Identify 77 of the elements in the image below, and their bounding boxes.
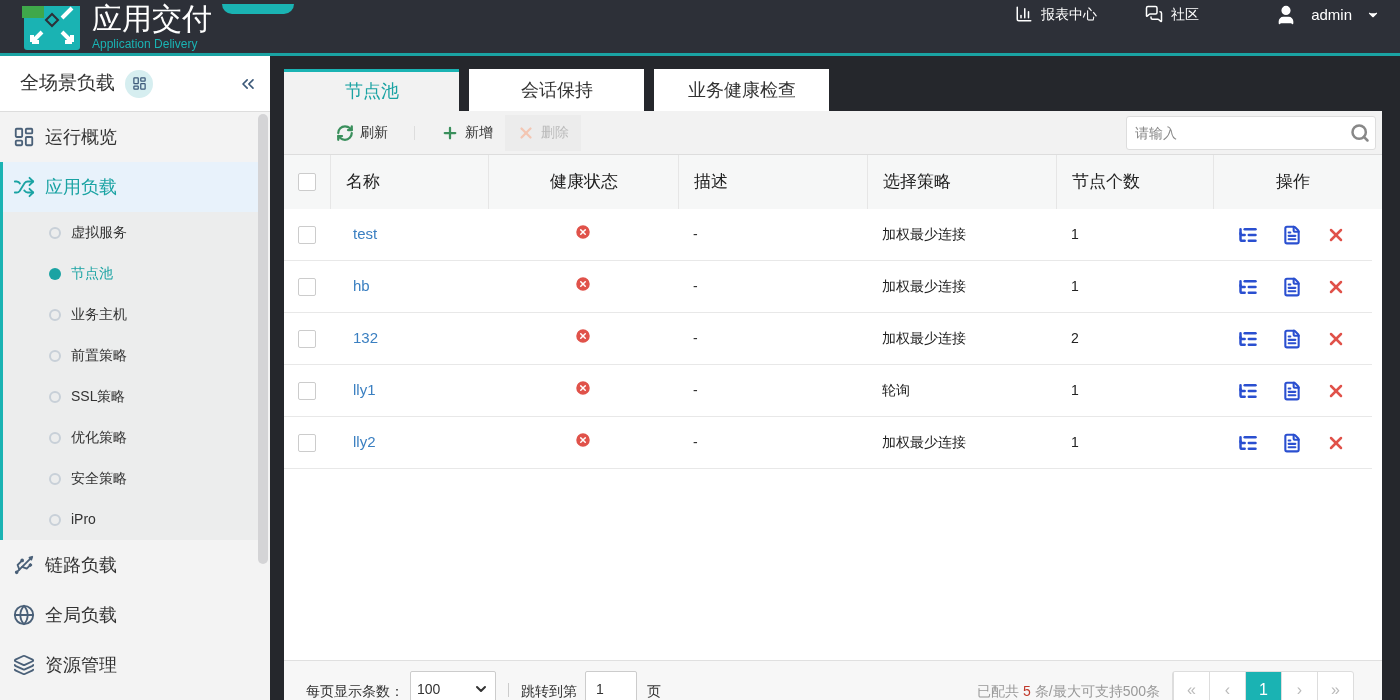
document-icon[interactable] [1282, 224, 1302, 245]
tab[interactable]: 业务健康检查 [654, 69, 829, 111]
shuffle-icon [13, 176, 35, 198]
column-header: 节点个数 [1072, 171, 1140, 194]
pool-name-link[interactable]: lly1 [353, 379, 376, 402]
jump-label: 跳转到第 [521, 682, 577, 700]
column-header: 描述 [694, 171, 728, 194]
tab[interactable]: 会话保持 [469, 69, 644, 111]
toolbar-button[interactable]: 新增 [429, 114, 505, 151]
sidebar-title: 全场景负载 [20, 71, 115, 96]
document-icon[interactable] [1282, 380, 1302, 401]
table-cell-text: - [693, 277, 698, 296]
header-link[interactable]: 社区 [1145, 4, 1200, 24]
checkbox[interactable] [298, 433, 316, 452]
plug-icon [13, 554, 35, 576]
page-input[interactable]: 1 [585, 671, 637, 700]
submenu-item[interactable]: 前置策略 [3, 335, 258, 376]
checkbox[interactable] [298, 173, 316, 191]
submenu-item[interactable]: 安全策略 [3, 458, 258, 499]
table-cell-text: 加权最少连接 [882, 225, 966, 244]
nav-item[interactable]: 全局负载 [3, 590, 258, 640]
checkbox[interactable] [298, 329, 316, 348]
total-count-text: 已配共 5 条/最大可支持500条 [977, 682, 1160, 700]
app-subtitle: Application Delivery [92, 38, 199, 50]
column-header: 操作 [1275, 171, 1310, 194]
table-cell-text: - [693, 329, 698, 348]
pool-name-link[interactable]: 132 [353, 327, 379, 350]
table-cell-text: 加权最少连接 [882, 329, 966, 348]
submenu-item[interactable]: 优化策略 [3, 417, 258, 458]
app-title: 应用交付 [92, 4, 212, 34]
table-cell-text: 1 [1071, 381, 1079, 400]
search-field[interactable]: 请输入 [1126, 115, 1376, 150]
checkbox[interactable] [298, 277, 316, 296]
dashboard-icon [13, 126, 35, 148]
page-size-label: 每页显示条数： [306, 682, 404, 700]
table-cell-text: 加权最少连接 [882, 277, 966, 296]
layers-icon [13, 654, 35, 676]
document-icon[interactable] [1282, 276, 1302, 297]
submenu-item[interactable]: iPro [3, 499, 258, 540]
submenu-item[interactable]: 业务主机 [3, 294, 258, 335]
nav-item[interactable]: 运行概览 [3, 112, 258, 162]
document-icon[interactable] [1282, 328, 1302, 349]
table-cell-text: 加权最少连接 [882, 433, 966, 452]
pool-name-link[interactable]: hb [353, 275, 370, 298]
pool-name-link[interactable]: lly2 [353, 431, 376, 454]
chat-icon [1145, 5, 1164, 23]
search-icon[interactable] [1350, 122, 1370, 143]
globe-icon [13, 604, 35, 626]
refresh-icon [336, 123, 354, 142]
column-header: 选择策略 [883, 171, 951, 194]
toolbar-button[interactable]: 刷新 [324, 114, 400, 151]
page-size-select[interactable]: 100 [410, 671, 496, 700]
pool-name-link[interactable]: test [353, 223, 378, 246]
version-badge [222, 4, 294, 14]
table-cell-text: - [693, 381, 698, 400]
scrollbar[interactable] [258, 114, 268, 564]
table-cell-text: 2 [1071, 329, 1079, 348]
column-header: 健康状态 [549, 171, 618, 194]
user-name[interactable]: admin [1311, 4, 1352, 27]
logo-icon [22, 6, 82, 50]
report-icon [1015, 5, 1034, 23]
column-header: 名称 [346, 171, 380, 194]
table-cell-text: 1 [1071, 225, 1079, 244]
table-cell-text: 1 [1071, 277, 1079, 296]
submenu-item[interactable]: 虚拟服务 [3, 212, 258, 253]
checkbox[interactable] [298, 225, 316, 244]
submenu-item[interactable]: SSL策略 [3, 376, 258, 417]
table-cell-text: 1 [1071, 433, 1079, 452]
jump-suffix: 页 [647, 682, 661, 700]
header-link[interactable]: 报表中心 [1015, 4, 1098, 24]
table-cell-text: - [693, 433, 698, 452]
checkbox[interactable] [298, 381, 316, 400]
document-icon[interactable] [1282, 432, 1302, 453]
nav-item[interactable]: 资源管理 [3, 640, 258, 690]
nav-item[interactable]: 链路负载 [3, 540, 258, 590]
table-cell-text: - [693, 225, 698, 244]
table-cell-text: 轮询 [882, 381, 910, 400]
